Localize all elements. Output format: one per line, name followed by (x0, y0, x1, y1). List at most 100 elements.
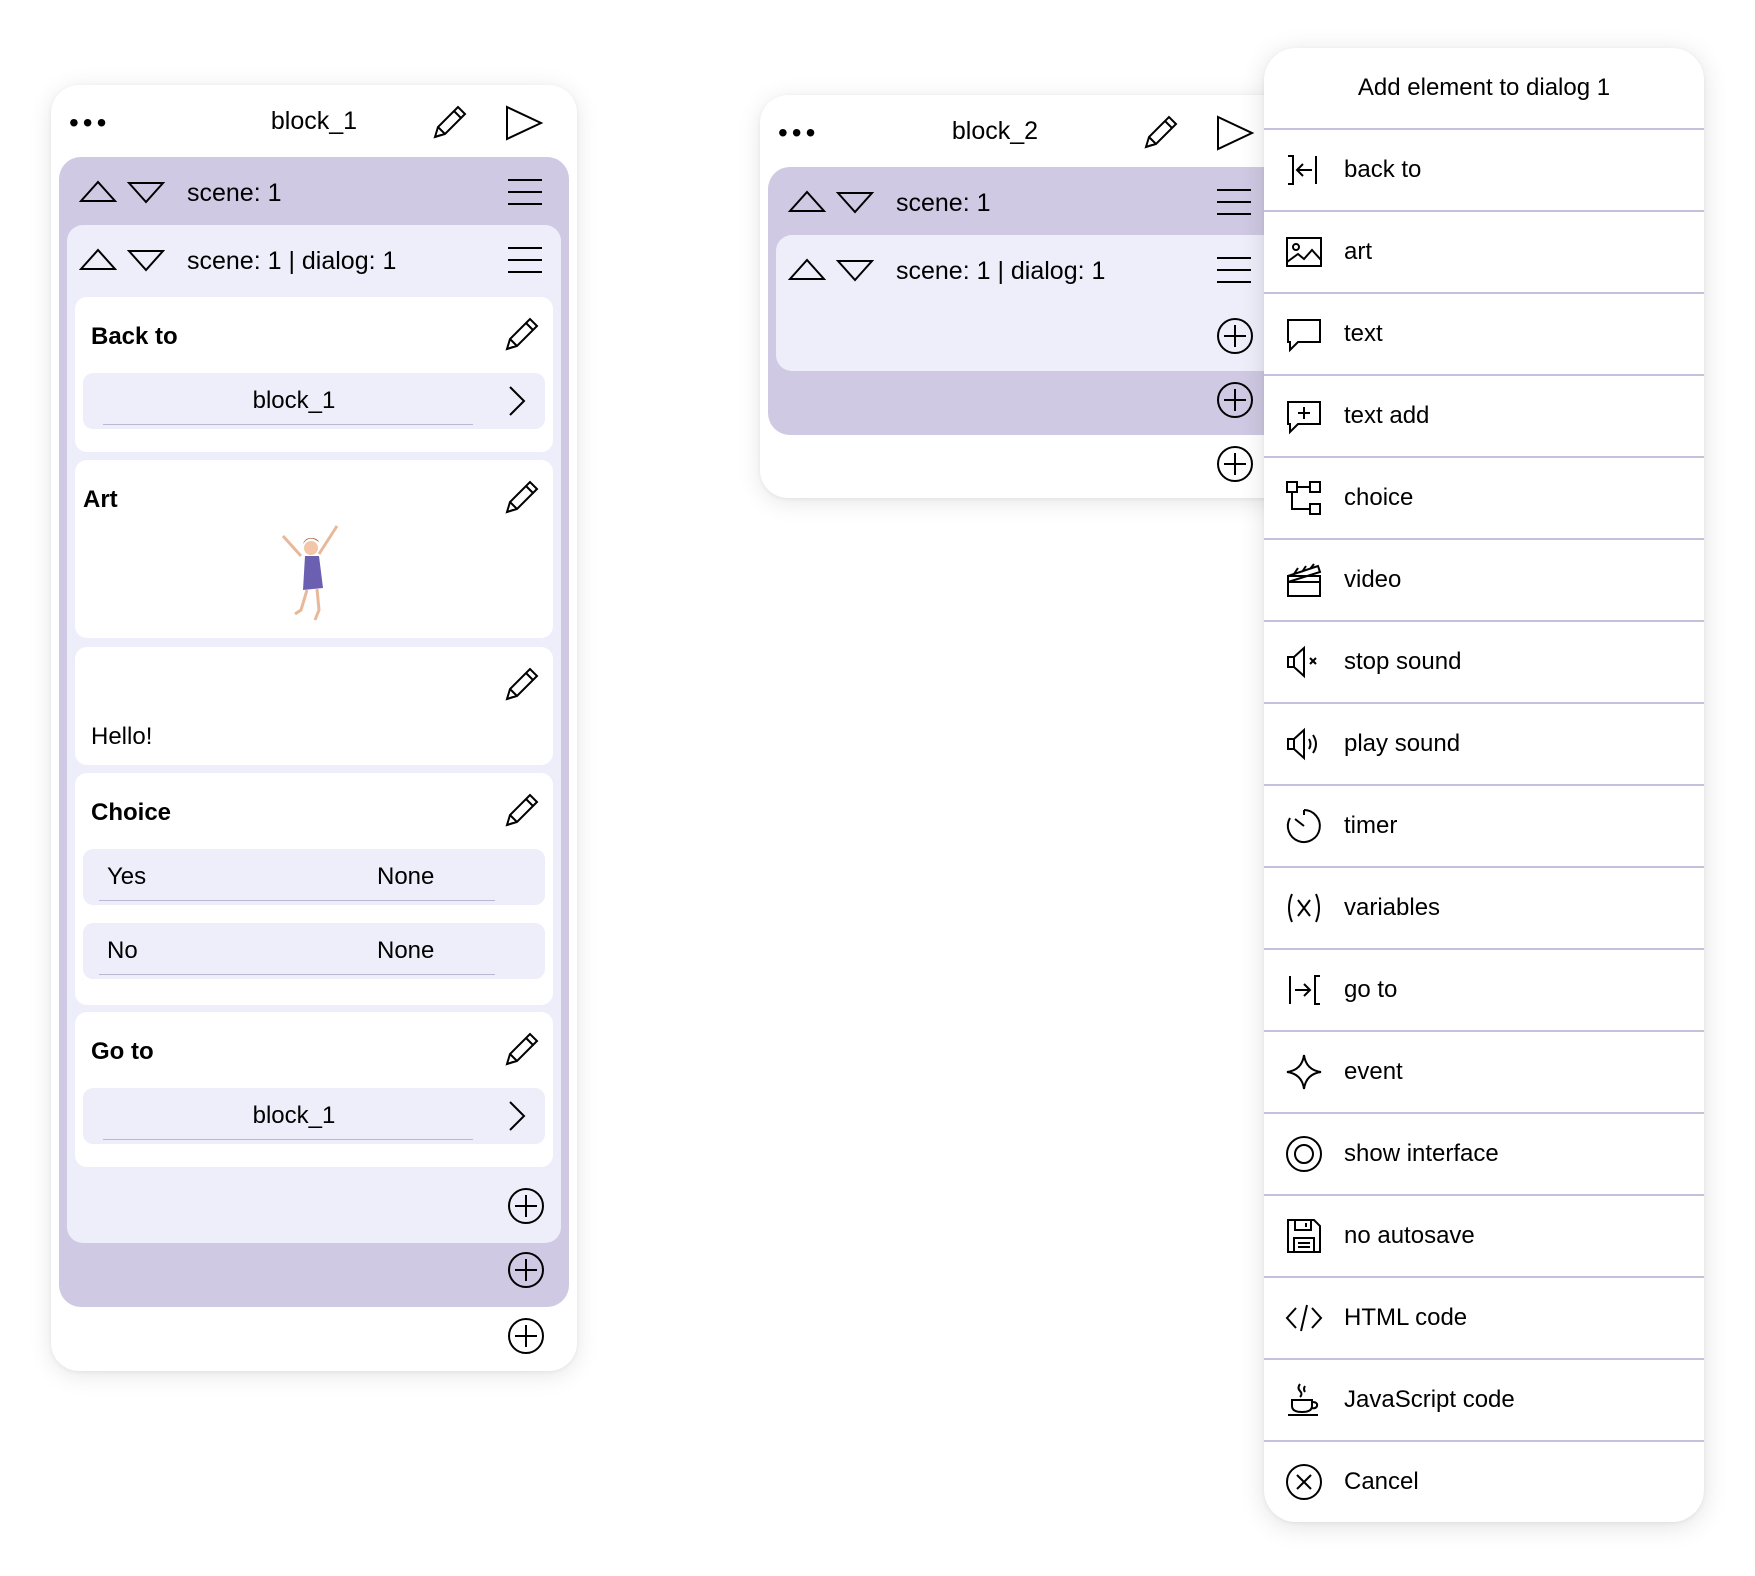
target-selector[interactable]: block_1 (83, 373, 545, 429)
scene-label: scene: 1 (896, 189, 991, 217)
pencil-icon[interactable] (501, 1030, 541, 1070)
underline (103, 1138, 473, 1140)
speech-bubble-plus-icon (1287, 401, 1321, 435)
underline (315, 973, 495, 975)
variables-icon (1288, 893, 1320, 923)
dialog-header: scene: 1 | dialog: 1 (67, 225, 561, 293)
element-title: Back to (91, 323, 178, 350)
speech-bubble-icon (1287, 319, 1321, 353)
hamburger-menu-icon[interactable] (1216, 187, 1252, 217)
move-down-icon[interactable] (836, 257, 874, 283)
dialog-label: scene: 1 | dialog: 1 (896, 257, 1106, 285)
pencil-icon[interactable] (501, 665, 541, 705)
play-icon[interactable] (1214, 113, 1256, 153)
dialog-label: scene: 1 | dialog: 1 (187, 247, 397, 275)
hamburger-menu-icon[interactable] (507, 177, 543, 207)
menu-item-event[interactable]: event (1264, 1030, 1704, 1112)
underline (103, 423, 473, 425)
dialog-container: scene: 1 | dialog: 1 (776, 235, 1280, 371)
choice-option-row[interactable]: Yes None (83, 849, 545, 905)
target-value: block_1 (252, 387, 336, 414)
go-to-element[interactable]: Go to block_1 (75, 1012, 553, 1167)
menu-item-text[interactable]: text (1264, 292, 1704, 374)
add-scene-icon[interactable] (1216, 445, 1254, 483)
choice-element[interactable]: Choice Yes None No None (75, 773, 553, 1005)
menu-item-choice[interactable]: choice (1264, 456, 1704, 538)
menu-item-play-sound[interactable]: play sound (1264, 702, 1704, 784)
menu-item-javascript-code[interactable]: JavaScript code (1264, 1358, 1704, 1440)
choice-option-label: No (107, 937, 138, 964)
back-to-icon (1288, 155, 1317, 185)
menu-item-cancel[interactable]: Cancel (1264, 1440, 1704, 1522)
menu-item-label: text add (1344, 402, 1430, 429)
dancing-girl-art (281, 525, 339, 621)
element-title: Choice (91, 799, 172, 826)
move-down-icon[interactable] (127, 179, 165, 205)
menu-item-label: variables (1344, 894, 1441, 921)
menu-item-label: show interface (1344, 1140, 1499, 1167)
menu-item-html-code[interactable]: HTML code (1264, 1276, 1704, 1358)
add-element-icon[interactable] (507, 1187, 545, 1225)
move-up-icon[interactable] (788, 257, 826, 283)
add-element-icon[interactable] (1216, 317, 1254, 355)
pencil-icon[interactable] (501, 478, 541, 518)
speaker-icon (1287, 727, 1317, 761)
block-2-card: ••• block_2 scene: 1 scene: 1 | dialog: … (760, 95, 1300, 498)
chevron-right-icon (509, 1101, 526, 1131)
add-dialog-icon[interactable] (1216, 381, 1254, 419)
menu-item-timer[interactable]: timer (1264, 784, 1704, 866)
menu-item-art[interactable]: art (1264, 210, 1704, 292)
move-up-icon[interactable] (788, 189, 826, 215)
code-icon (1285, 1304, 1323, 1332)
menu-item-variables[interactable]: variables (1264, 866, 1704, 948)
pencil-icon[interactable] (501, 315, 541, 355)
move-up-icon[interactable] (79, 179, 117, 205)
choice-option-label: Yes (107, 863, 147, 890)
menu-title: Add element to dialog 1 (1357, 74, 1611, 101)
hamburger-menu-icon[interactable] (1216, 255, 1252, 285)
art-element[interactable]: Art (75, 460, 553, 638)
text-element[interactable]: Hello! (75, 647, 553, 765)
menu-item-no-autosave[interactable]: no autosave (1264, 1194, 1704, 1276)
pencil-icon[interactable] (429, 103, 469, 143)
move-up-icon[interactable] (79, 247, 117, 273)
dialog-header: scene: 1 | dialog: 1 (776, 235, 1280, 303)
menu-item-label: JavaScript code (1344, 1386, 1515, 1413)
speaker-mute-icon (1287, 645, 1317, 679)
menu-item-label: text (1344, 320, 1383, 347)
menu-item-label: stop sound (1344, 648, 1462, 675)
go-to-icon (1289, 975, 1320, 1005)
play-icon[interactable] (503, 103, 545, 143)
underline (99, 973, 315, 975)
menu-item-stop-sound[interactable]: stop sound (1264, 620, 1704, 702)
menu-item-label: choice (1344, 484, 1414, 511)
sparkle-icon (1286, 1054, 1322, 1090)
image-icon (1286, 237, 1322, 267)
menu-item-label: go to (1344, 976, 1398, 1003)
move-down-icon[interactable] (127, 247, 165, 273)
element-title: Go to (91, 1038, 154, 1065)
menu-item-text-add[interactable]: text add (1264, 374, 1704, 456)
menu-item-back-to[interactable]: back to (1264, 128, 1704, 210)
add-dialog-icon[interactable] (507, 1251, 545, 1289)
underline (315, 899, 495, 901)
target-selector[interactable]: block_1 (83, 1088, 545, 1144)
element-title: Art (83, 486, 118, 513)
move-down-icon[interactable] (836, 189, 874, 215)
block-title: block_1 (270, 107, 358, 135)
menu-item-video[interactable]: video (1264, 538, 1704, 620)
menu-item-label: no autosave (1344, 1222, 1475, 1249)
menu-item-show-interface[interactable]: show interface (1264, 1112, 1704, 1194)
hamburger-menu-icon[interactable] (507, 245, 543, 275)
coffee-cup-icon (1288, 1383, 1319, 1416)
add-scene-icon[interactable] (507, 1317, 545, 1355)
choice-option-row[interactable]: No None (83, 923, 545, 979)
timer-icon (1286, 809, 1321, 843)
back-to-element[interactable]: Back to block_1 (75, 297, 553, 452)
underline (99, 899, 315, 901)
pencil-icon[interactable] (501, 791, 541, 831)
menu-item-go-to[interactable]: go to (1264, 948, 1704, 1030)
block-1-card: ••• block_1 scene: 1 scene: 1 | dialog: … (51, 85, 577, 1371)
scene-container: scene: 1 scene: 1 | dialog: 1 Back to bl… (59, 157, 569, 1307)
pencil-icon[interactable] (1140, 113, 1180, 153)
